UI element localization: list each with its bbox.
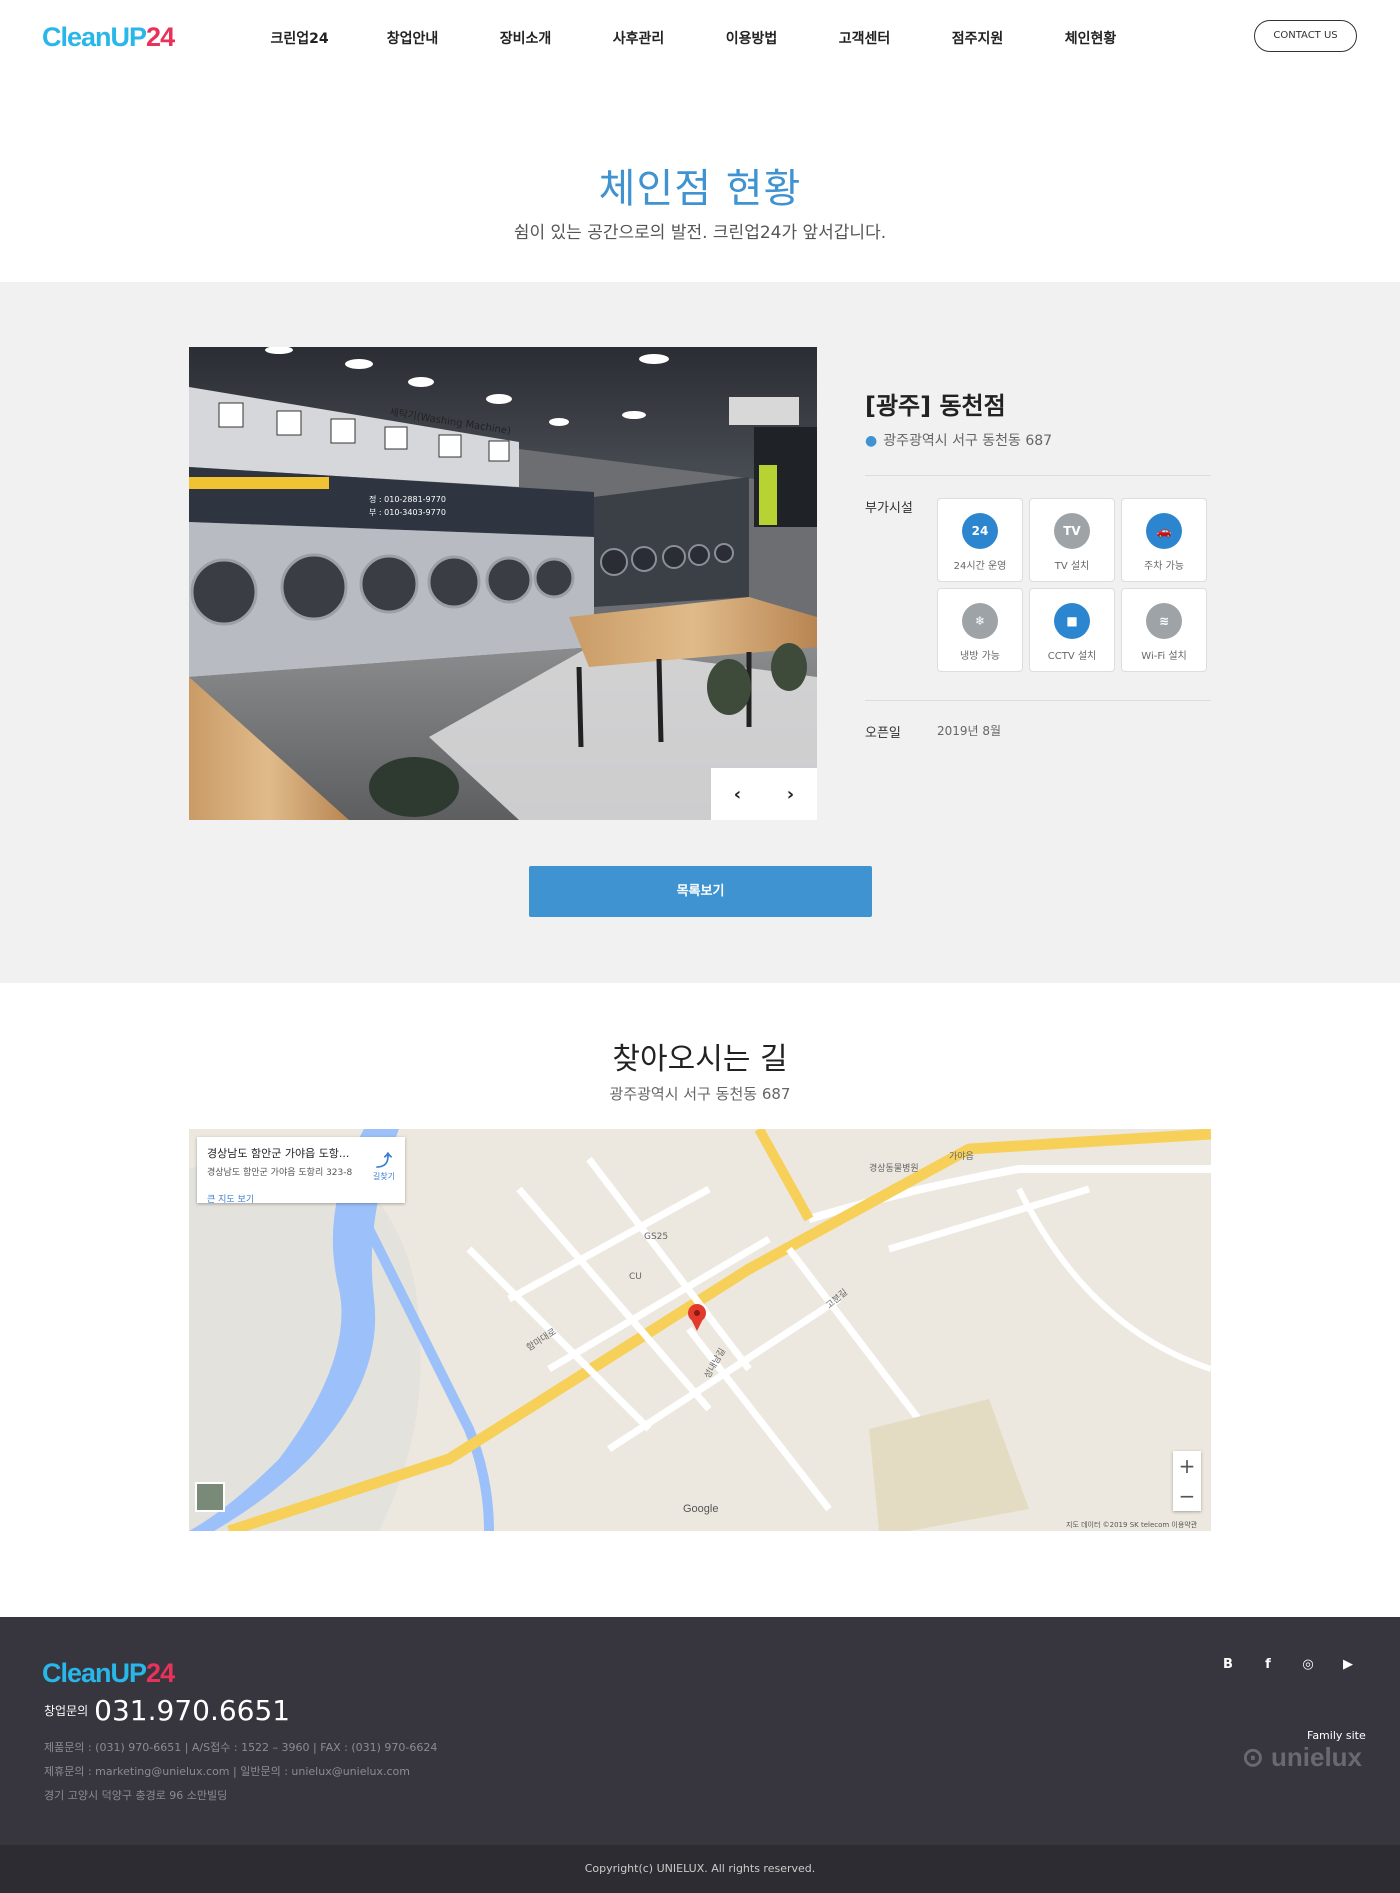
facebook-icon[interactable]: f [1259,1657,1277,1672]
large-map-link[interactable]: 큰 지도 보기 [207,1192,395,1205]
open-date-label: 오픈일 [865,726,901,741]
zoom-in-button[interactable]: + [1173,1451,1201,1481]
map-label-poi: 경상동물병원 [869,1162,919,1174]
wifi-icon: ≋ [1146,603,1182,639]
footer-logo-text: CleanUP [42,1658,147,1688]
phone-number: 031.970.6651 [94,1694,291,1727]
site-header: CleanUP24 크린업24 창업안내 장비소개 사후관리 이용방법 고객센터… [0,0,1400,76]
facility-item: ❄ 냉방 가능 [937,588,1023,672]
footer-address-line: 경기 고양시 덕양구 충경로 96 소만빌딩 [44,1789,228,1802]
directions-icon[interactable]: ⤴ 길찾기 [373,1147,395,1182]
facility-label: 냉방 가능 [960,651,1000,662]
divider [865,475,1211,476]
photo-slider-controls: ‹ › [711,768,817,820]
nav-item-owner-support[interactable]: 점주지원 [921,28,1034,48]
zoom-out-button[interactable]: − [1173,1481,1201,1511]
chevron-left-icon[interactable]: ‹ [711,768,764,820]
nav-item-howto[interactable]: 이용방법 [695,28,808,48]
google-logo: Google [683,1503,719,1515]
copyright-text: Copyright(c) UNIELUX. All rights reserve… [584,1862,816,1875]
nav-item-chain-status[interactable]: 체인현황 [1034,28,1147,48]
facilities-label: 부가시설 [865,501,913,516]
facility-label: 24시간 운영 [953,561,1007,572]
facility-item: ≋ Wi-Fi 설치 [1121,588,1207,672]
map-zoom-controls: + − [1173,1451,1201,1511]
facility-label: TV 설치 [1054,561,1090,572]
youtube-icon[interactable]: ▶ [1339,1657,1357,1672]
nav-item-aftercare[interactable]: 사후관리 [582,28,695,48]
directions-address: 광주광역시 서구 동천동 687 [609,1085,791,1103]
footer-logo: CleanUP24 [42,1658,175,1689]
footer-contact-line: 제품문의 : (031) 970-6651 | A/S접수 : 1522 – 3… [44,1741,438,1754]
embedded-map[interactable]: 함마대로 성내남길 고분길 GS25 CU 가야읍 경상동물병원 경상남도 함안… [189,1129,1211,1531]
nav-item-equipment[interactable]: 장비소개 [469,28,582,48]
footer-email-line: 제휴문의 : marketing@unielux.com | 일반문의 : un… [44,1765,410,1778]
tv-icon: TV [1054,513,1090,549]
contact-us-button[interactable]: CONTACT US [1254,20,1357,52]
nav-item-startup[interactable]: 창업안내 [356,28,469,48]
list-view-button[interactable]: 목록보기 [529,866,872,917]
map-label-poi: GS25 [644,1232,668,1242]
footer-logo-number: 24 [146,1658,175,1688]
snowflake-icon: ❄ [962,603,998,639]
divider [865,700,1211,701]
phone-label: 창업문의 [44,1704,89,1718]
video-camera-icon: ■ [1054,603,1090,639]
directions-label: 길찾기 [372,1172,395,1181]
photo-phone-2: 부 : 010-3403-9770 [369,508,446,517]
car-icon: 🚗 [1146,513,1182,549]
logo-text: CleanUP [42,22,147,52]
map-card-address: 경상남도 함안군 가야읍 도항리 323-8 [207,1168,353,1178]
facility-item: ■ CCTV 설치 [1029,588,1115,672]
site-footer [0,1617,1400,1845]
page-subtitle: 쉼이 있는 공간으로의 발전. 크린업24가 앞서갑니다. [513,223,887,243]
store-address-text: 광주광역시 서구 동천동 687 [883,433,1053,449]
directions-title: 찾아오시는 길 [612,1042,788,1077]
store-name: [광주] 동천점 [865,392,1006,420]
chevron-right-icon[interactable]: › [764,768,817,820]
map-card-title: 경상남도 함안군 가야읍 도항... [207,1147,350,1160]
open-date-value: 2019년 8월 [937,724,1002,738]
facility-label: CCTV 설치 [1047,651,1097,662]
facility-item: 24 24시간 운영 [937,498,1023,582]
store-photo: 세탁기(Washing Machine) 정 : 010-2881-9770 부… [189,347,817,820]
clock-24-icon: 24 [962,513,998,549]
facility-label: 주차 가능 [1144,561,1184,572]
family-site-label: Family site [1307,1729,1366,1742]
page-title: 체인점 현황 [598,166,802,212]
logo-number: 24 [146,22,175,52]
nav-item-support-center[interactable]: 고객센터 [808,28,921,48]
social-links: B f ◎ ▶ [1219,1657,1357,1672]
blog-icon[interactable]: B [1219,1657,1237,1672]
photo-phone-1: 정 : 010-2881-9770 [369,494,446,504]
facility-item: 🚗 주차 가능 [1121,498,1207,582]
nav-item-cleanup24[interactable]: 크린업24 [243,28,356,48]
facilities-grid: 24 24시간 운영 TV TV 설치 🚗 주차 가능 ❄ 냉방 가능 ■ CCTV 설치 ≋ Wi-… [937,498,1209,672]
facility-label: Wi-Fi 설치 [1141,651,1187,662]
facility-item: TV TV 설치 [1029,498,1115,582]
location-pin-icon: ● [865,433,878,449]
footer-phone: 창업문의 031.970.6651 [44,1694,290,1727]
map-label-poi: CU [629,1272,642,1282]
family-site-link[interactable]: ⊙ unielux [1242,1742,1362,1773]
store-address: ● 광주광역시 서구 동천동 687 [865,430,1052,450]
map-label-area: 가야읍 [949,1151,974,1162]
logo[interactable]: CleanUP24 [42,22,175,53]
instagram-icon[interactable]: ◎ [1299,1657,1317,1672]
map-info-card: 경상남도 함안군 가야읍 도항... 경상남도 함안군 가야읍 도항리 323-… [197,1137,405,1205]
main-nav: 크린업24 창업안내 장비소개 사후관리 이용방법 고객센터 점주지원 체인현황 [243,28,1147,48]
map-credit: 지도 데이터 ©2019 SK telecom 이용약관 [1066,1521,1198,1529]
